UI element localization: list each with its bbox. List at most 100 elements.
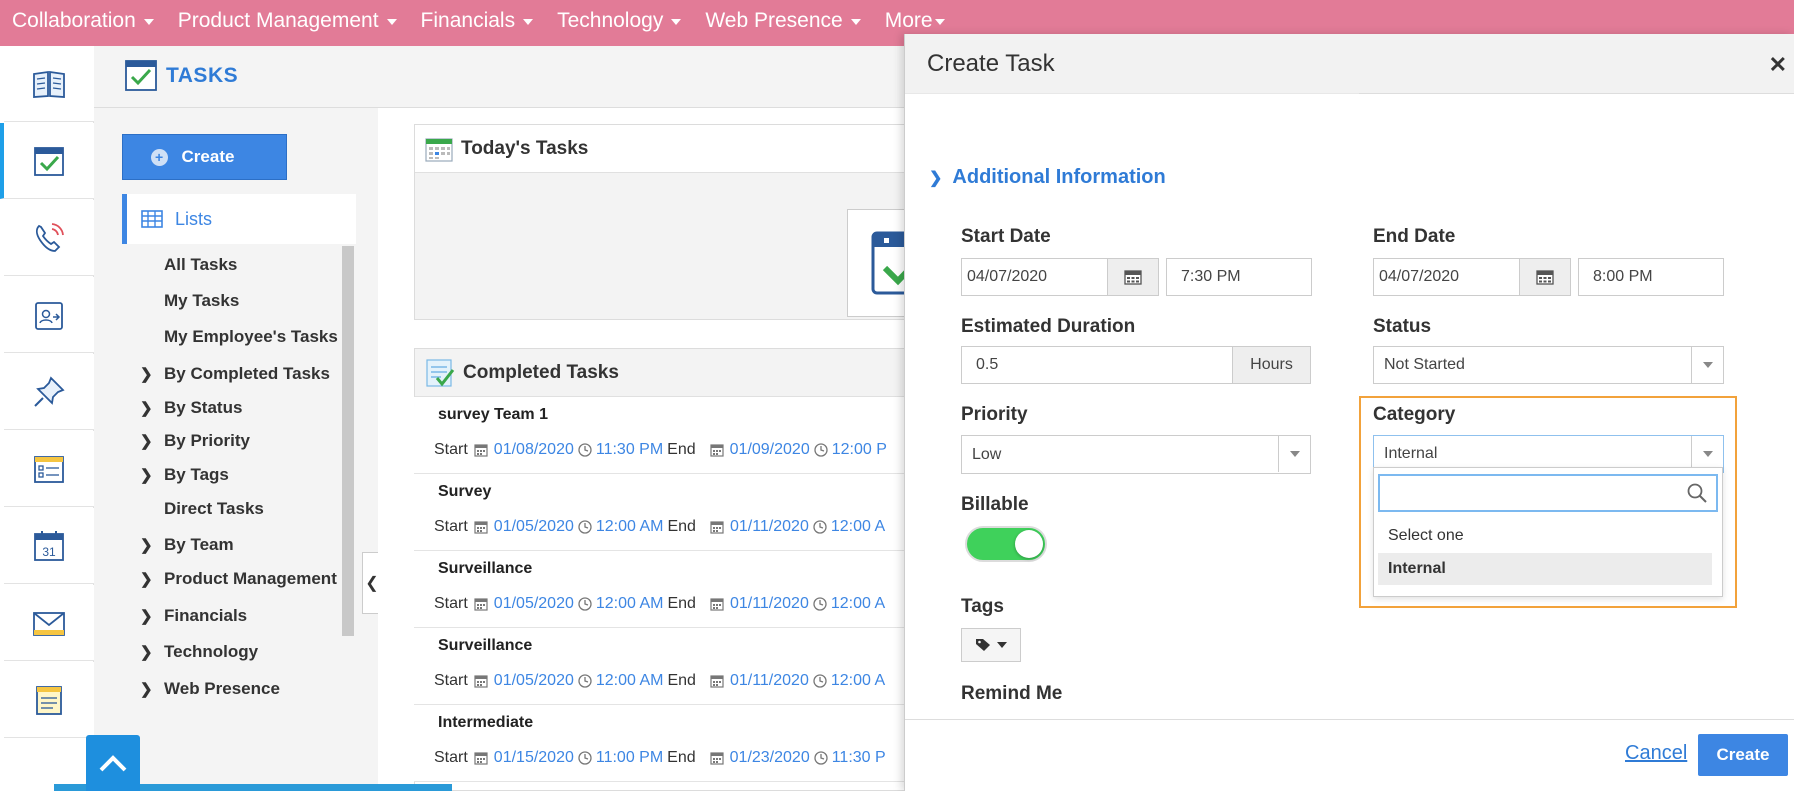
sidebar-item-by-team[interactable]: ❯ By Team (122, 530, 234, 560)
start-time[interactable]: 11:00 PM (596, 749, 663, 767)
start-date-input[interactable]: 04/07/2020 (961, 258, 1108, 296)
end-date-picker-button[interactable] (1519, 258, 1571, 296)
nav-collaboration[interactable]: Collaboration (0, 9, 166, 37)
cancel-button[interactable]: Cancel (1625, 742, 1687, 765)
start-time[interactable]: 12:00 AM (596, 518, 664, 536)
divider (905, 88, 1359, 94)
end-date[interactable]: 01/09/2020 (730, 441, 810, 459)
priority-select[interactable]: Low (961, 435, 1311, 474)
start-time[interactable]: 11:30 PM (596, 441, 663, 459)
sidebar-item-label: By Completed Tasks (164, 364, 330, 383)
rail-notes[interactable] (4, 662, 94, 738)
sidebar-item-by-status[interactable]: ❯ By Status (122, 393, 242, 423)
nav-more[interactable]: More (873, 9, 957, 37)
end-date[interactable]: 01/23/2020 (730, 749, 810, 767)
task-row[interactable]: Intermediate Start 01/15/2020 11:00 PM E… (414, 705, 944, 782)
nav-web-presence[interactable]: Web Presence (693, 9, 872, 37)
task-row[interactable]: Surveillance Start 01/05/2020 12:00 AM E… (414, 551, 944, 628)
chevron-right-icon: ❯ (140, 571, 153, 588)
sidebar-item-my-tasks[interactable]: My Tasks (122, 286, 239, 316)
sidebar-item-label: My Tasks (164, 291, 240, 310)
sidebar-item-financials[interactable]: ❯ Financials (122, 601, 247, 631)
completed-tasks-title: Completed Tasks (463, 361, 619, 383)
rail-mail[interactable] (4, 585, 94, 661)
task-row[interactable]: Survey Start 01/05/2020 12:00 AM End 01/… (414, 474, 944, 551)
end-time[interactable]: 12:00 P (832, 441, 887, 459)
rail-contacts[interactable] (4, 277, 94, 353)
sidebar-item-web-presence[interactable]: ❯ Web Presence (122, 674, 280, 704)
rail-calendar[interactable]: 31 (4, 508, 94, 584)
start-date[interactable]: 01/05/2020 (494, 672, 574, 690)
nav-technology[interactable]: Technology (545, 9, 693, 37)
start-label: Start (434, 441, 468, 458)
task-name: survey Team 1 (438, 406, 548, 423)
sidebar-item-by-tags[interactable]: ❯ By Tags (122, 460, 229, 490)
rail-tasks[interactable] (0, 123, 94, 199)
create-button[interactable]: + Create (122, 134, 287, 180)
chevron-right-icon: ❯ (140, 433, 153, 450)
start-date[interactable]: 01/15/2020 (494, 749, 574, 767)
modal-header: Create Task ✕ (905, 34, 1794, 94)
sidebar-item-technology[interactable]: ❯ Technology (122, 637, 258, 667)
task-name: Survey (438, 483, 492, 500)
duration-input[interactable]: 0.5 (961, 346, 1233, 384)
nav-label: More (884, 9, 933, 32)
plus-icon: + (150, 148, 168, 166)
nav-product-management[interactable]: Product Management (166, 9, 409, 37)
start-time-input[interactable]: 7:30 PM (1166, 258, 1312, 296)
sidebar-item-product-management[interactable]: ❯ Product Management (122, 564, 337, 594)
scroll-to-top-button[interactable] (86, 735, 140, 791)
nav-financials[interactable]: Financials (409, 9, 546, 37)
start-time[interactable]: 12:00 AM (596, 672, 664, 690)
modal-title: Create Task (927, 50, 1055, 77)
category-option-internal[interactable]: Internal (1378, 553, 1712, 585)
rail-book[interactable] (4, 46, 94, 122)
start-date[interactable]: 01/05/2020 (494, 518, 574, 536)
end-time-input[interactable]: 8:00 PM (1578, 258, 1724, 296)
task-row[interactable]: survey Team 1 Start 01/08/2020 11:30 PM … (414, 397, 944, 474)
rail-forms[interactable] (4, 431, 94, 507)
end-date[interactable]: 01/11/2020 (730, 672, 809, 690)
task-row[interactable]: Surveillance Start 01/05/2020 12:00 AM E… (414, 628, 944, 705)
sidebar-item-by-completed-tasks[interactable]: ❯ By Completed Tasks (122, 359, 330, 389)
tags-dropdown-button[interactable] (961, 628, 1021, 662)
category-dropdown: Select one Internal (1373, 467, 1723, 597)
end-date-input[interactable]: 04/07/2020 (1373, 258, 1520, 296)
calendar-icon (710, 598, 724, 611)
sidebar-item-direct-tasks[interactable]: Direct Tasks (122, 494, 264, 524)
start-date[interactable]: 01/05/2020 (494, 595, 574, 613)
billable-toggle[interactable] (965, 526, 1047, 562)
rail-calls[interactable] (4, 200, 94, 276)
nav-label: Web Presence (705, 9, 843, 32)
sidebar-item-by-priority[interactable]: ❯ By Priority (122, 426, 250, 456)
end-time[interactable]: 12:00 A (831, 672, 885, 690)
sidebar-item-my-employees-tasks[interactable]: My Employee's Tasks (122, 322, 338, 352)
additional-information-toggle[interactable]: ❯ Additional Information (929, 166, 1166, 189)
start-label: Start (434, 672, 468, 689)
rail-pin[interactable] (4, 354, 94, 430)
start-date[interactable]: 01/08/2020 (494, 441, 574, 459)
priority-value: Low (972, 445, 1002, 463)
end-date[interactable]: 01/11/2020 (730, 518, 809, 536)
task-name: Surveillance (438, 560, 533, 577)
status-select[interactable]: Not Started (1373, 346, 1724, 384)
end-date[interactable]: 01/11/2020 (730, 595, 809, 613)
sidebar-scrollbar[interactable] (342, 246, 354, 636)
close-icon[interactable]: ✕ (1769, 52, 1787, 78)
start-date-picker-button[interactable] (1107, 258, 1159, 296)
create-task-button[interactable]: Create (1698, 734, 1788, 776)
sidebar-item-all-tasks[interactable]: All Tasks (122, 250, 237, 280)
calendar-icon (474, 444, 488, 457)
chevron-right-icon: ❯ (140, 467, 153, 484)
category-search-input[interactable] (1378, 474, 1718, 512)
start-time[interactable]: 12:00 AM (596, 595, 664, 613)
task-dates: Start 01/08/2020 11:30 PM End 01/09/2020… (434, 441, 887, 459)
lists-tab[interactable]: Lists (122, 194, 356, 244)
mail-icon (33, 611, 65, 636)
category-option-select-one[interactable]: Select one (1378, 520, 1712, 552)
end-time[interactable]: 12:00 A (831, 595, 885, 613)
end-label: End (667, 518, 696, 535)
end-time[interactable]: 11:30 P (832, 749, 886, 767)
duration-unit: Hours (1232, 346, 1311, 384)
end-time[interactable]: 12:00 A (831, 518, 885, 536)
